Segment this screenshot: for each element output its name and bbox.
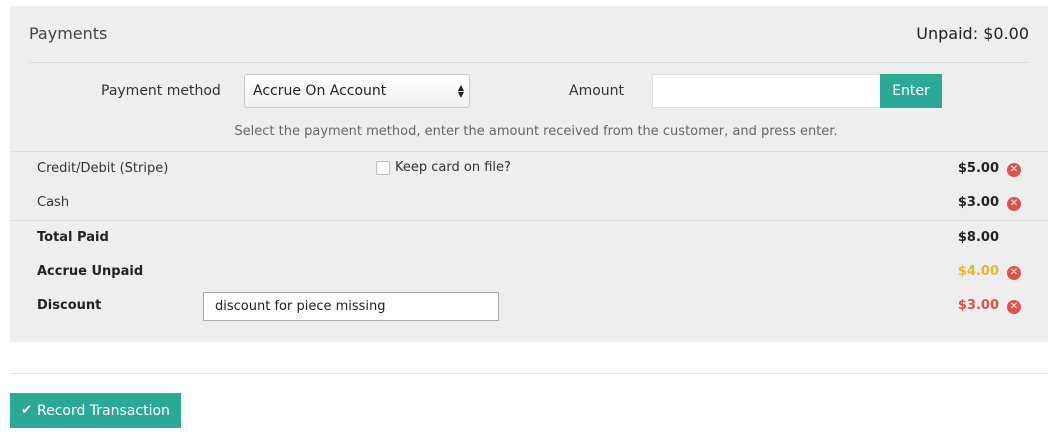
payment-entry-row: Payment method Accrue On Account ▲ ▼ Amou… xyxy=(10,74,1048,108)
row-amount: $3.00 xyxy=(957,194,999,210)
remove-circle-icon[interactable]: ✕ xyxy=(1007,196,1021,211)
row-label: Accrue Unpaid xyxy=(37,263,144,279)
row-amount: $3.00 xyxy=(957,298,999,313)
row-label: Credit/Debit (Stripe) xyxy=(37,161,169,176)
remove-circle-icon[interactable]: ✕ xyxy=(1007,265,1021,280)
amount-label: Amount xyxy=(569,83,625,99)
payments-panel: Payments Unpaid: $0.00 Payment method Ac… xyxy=(10,6,1048,342)
amount-input[interactable] xyxy=(652,74,881,108)
keep-card-label: Keep card on file? xyxy=(395,160,511,175)
payment-row-cash: Cash $3.00 ✕ xyxy=(10,186,1048,221)
payment-method-label: Payment method xyxy=(101,83,221,99)
row-label: Discount xyxy=(37,298,102,313)
discount-note-input[interactable]: discount for piece missing xyxy=(203,292,499,321)
panel-header: Payments Unpaid: $0.00 xyxy=(29,6,1029,63)
record-transaction-label: Record Transaction xyxy=(36,402,170,419)
check-icon: ✔ xyxy=(21,403,32,418)
total-paid-row: Total Paid $8.00 xyxy=(10,220,1048,255)
select-arrows-icon: ▲ ▼ xyxy=(457,83,464,99)
payments-table: Credit/Debit (Stripe) Keep card on file?… xyxy=(10,151,1048,324)
remove-circle-icon[interactable]: ✕ xyxy=(1007,300,1021,314)
enter-button[interactable]: Enter xyxy=(880,74,942,108)
payment-method-value: Accrue On Account xyxy=(253,83,387,99)
row-amount: $4.00 xyxy=(957,263,999,279)
discount-row: Discount discount for piece missing $3.0… xyxy=(10,289,1048,324)
payment-row-credit: Credit/Debit (Stripe) Keep card on file?… xyxy=(10,151,1048,186)
record-transaction-button[interactable]: ✔ Record Transaction xyxy=(10,393,181,428)
payment-method-select[interactable]: Accrue On Account ▲ ▼ xyxy=(244,74,470,108)
divider xyxy=(10,373,1048,374)
row-label: Cash xyxy=(37,194,70,210)
row-amount: $5.00 xyxy=(957,161,999,176)
panel-title: Payments xyxy=(29,24,108,43)
row-label: Total Paid xyxy=(37,230,109,245)
help-text: Select the payment method, enter the amo… xyxy=(234,124,838,139)
keep-card-checkbox[interactable] xyxy=(376,160,390,175)
row-amount: $8.00 xyxy=(957,230,999,245)
accrue-unpaid-row: Accrue Unpaid $4.00 ✕ xyxy=(10,255,1048,290)
unpaid-total: Unpaid: $0.00 xyxy=(916,24,1029,43)
keep-card-toggle[interactable]: Keep card on file? xyxy=(376,160,511,175)
remove-circle-icon[interactable]: ✕ xyxy=(1007,163,1021,177)
